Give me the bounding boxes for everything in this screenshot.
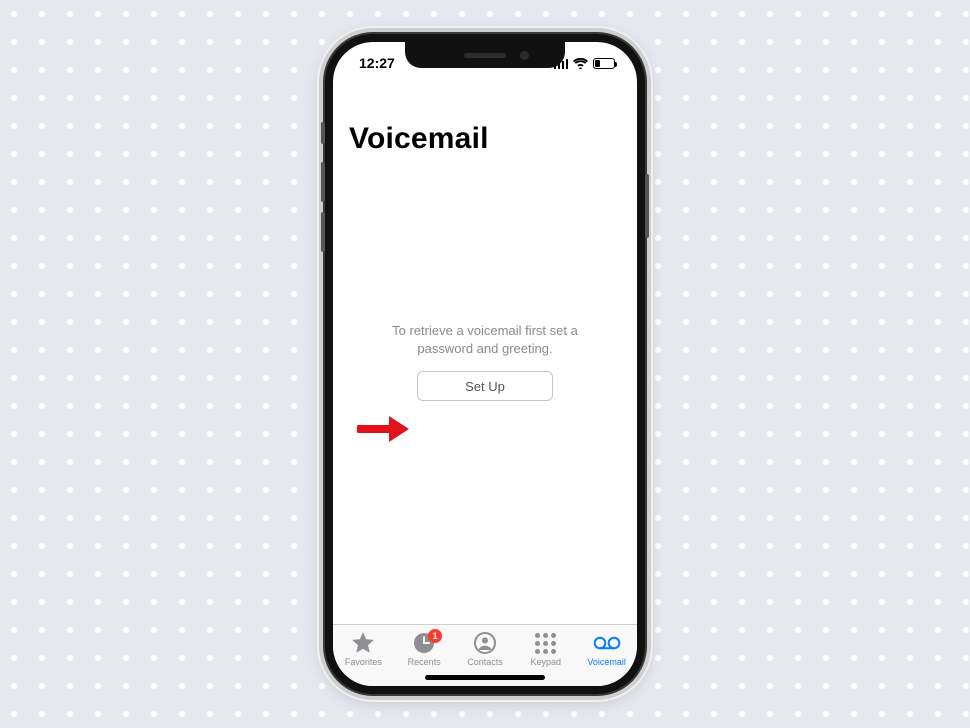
content-area: Voicemail To retrieve a voicemail first … [333, 78, 637, 626]
tab-label: Contacts [467, 657, 503, 667]
notch [405, 42, 565, 68]
hint-line-1: To retrieve a voicemail first set a [392, 323, 578, 338]
tab-voicemail[interactable]: Voicemail [576, 631, 637, 667]
tab-label: Keypad [531, 657, 562, 667]
wifi-icon [573, 58, 588, 69]
empty-state-hint: To retrieve a voicemail first set a pass… [349, 322, 621, 357]
earpiece-speaker [464, 53, 506, 58]
side-volume-down [321, 212, 325, 252]
battery-icon [593, 58, 615, 69]
contact-icon [471, 631, 499, 655]
hint-line-2: password and greeting. [417, 341, 552, 356]
page-title: Voicemail [349, 122, 621, 156]
keypad-icon [532, 631, 560, 655]
side-power-button [645, 174, 649, 238]
annotation-arrow-icon [357, 414, 411, 444]
status-time: 12:27 [359, 55, 395, 71]
home-indicator[interactable] [425, 675, 545, 680]
voicemail-icon [593, 631, 621, 655]
side-silence-switch [321, 122, 325, 144]
tab-label: Voicemail [587, 657, 626, 667]
tab-keypad[interactable]: Keypad [515, 631, 576, 667]
star-icon [349, 631, 377, 655]
tab-label: Recents [408, 657, 441, 667]
front-camera [520, 51, 529, 60]
tab-contacts[interactable]: Contacts [455, 631, 516, 667]
set-up-button-label: Set Up [465, 379, 505, 394]
recents-badge: 1 [428, 629, 442, 643]
clock-icon: 1 [410, 631, 438, 655]
set-up-button[interactable]: Set Up [417, 371, 553, 401]
side-volume-up [321, 162, 325, 202]
screen: 12:27 Voicemail To retrieve a v [333, 42, 637, 686]
iphone-frame: 12:27 Voicemail To retrieve a v [325, 34, 645, 694]
tab-recents[interactable]: 1 Recents [394, 631, 455, 667]
tab-favorites[interactable]: Favorites [333, 631, 394, 667]
empty-state: To retrieve a voicemail first set a pass… [333, 322, 637, 401]
tab-label: Favorites [345, 657, 382, 667]
